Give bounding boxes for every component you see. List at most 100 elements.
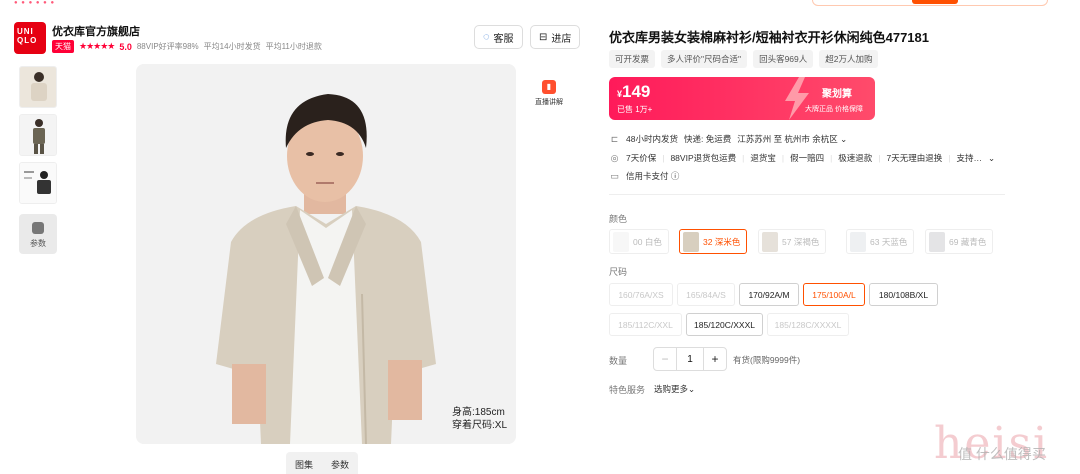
store-icon: ⊟: [539, 31, 548, 43]
size-option-disabled[interactable]: 160/76A/XS: [609, 283, 673, 306]
ship-fee: 快递: 免运费: [683, 134, 732, 144]
color-option-label: 63 天蓝色: [870, 236, 908, 247]
size-option[interactable]: 185/120C/XXXL: [686, 313, 763, 336]
product-tag[interactable]: 超2万人加购: [819, 50, 879, 68]
product-tag[interactable]: 多人评价"尺码合适": [661, 50, 748, 68]
size-option-disabled[interactable]: 185/128C/XXXXL: [767, 313, 849, 336]
top-search-button[interactable]: [912, 0, 958, 4]
chevron-down-icon[interactable]: ⌄: [988, 153, 995, 164]
size-option[interactable]: 180/108B/XL: [869, 283, 938, 306]
rating-stars: ★★★★★: [79, 41, 115, 51]
gallery-tabs: 图集 参数: [286, 452, 358, 474]
credit-card-icon: ▭: [610, 170, 619, 181]
color-option[interactable]: 63 天蓝色: [846, 229, 915, 254]
tab-album[interactable]: 图集: [295, 458, 313, 471]
price-banner: ¥149 已售 1万+ 聚划算 大牌正品 价格保障: [609, 77, 875, 120]
color-option-label: 69 藏青色: [949, 236, 987, 247]
payment-text[interactable]: 信用卡支付 ⓘ: [626, 170, 679, 182]
color-option-label: 57 深褐色: [782, 236, 820, 247]
size-option[interactable]: 170/92A/M: [739, 283, 799, 306]
color-option-label: 00 白色: [633, 236, 662, 247]
shield-icon: ◎: [610, 152, 619, 163]
param-thumb[interactable]: 参数: [19, 214, 57, 254]
store-stat: 88VIP好评率98%: [136, 42, 199, 51]
color-swatch: [850, 231, 866, 252]
guarantee-item: 88VIP退货包运费: [670, 153, 737, 163]
live-icon: ▮: [542, 80, 556, 94]
shipping-row: ⊏ 48小时内发货 快递: 免运费 江苏苏州 至 杭州市 余杭区 ⌄: [609, 133, 848, 145]
promo-title: 聚划算: [822, 89, 852, 100]
color-option-selected[interactable]: 32 深米色: [679, 229, 748, 254]
stock-status: 有货(限购9999件): [733, 355, 801, 365]
store-stat: 平均11小时退款: [265, 42, 322, 51]
special-service-label: 特色服务: [609, 385, 646, 395]
chat-icon: ◌: [483, 31, 490, 43]
color-swatch: [762, 231, 778, 252]
store-stat: 平均14小时发货: [203, 42, 261, 51]
watermark-caption: 值 什么值得买: [958, 446, 1046, 462]
color-swatch: [683, 231, 699, 252]
size-label: 尺码: [609, 267, 628, 277]
rating-score: 5.0: [119, 41, 132, 52]
size-option-disabled[interactable]: 185/112C/XXL: [609, 313, 682, 336]
top-bar: ● ● ● ● ● ●: [0, 0, 1080, 8]
sold-count: 已售 1万+: [617, 105, 653, 114]
quantity-minus-button[interactable]: −: [653, 347, 677, 371]
guarantee-item: 假一赔四: [790, 153, 825, 163]
tmall-badge: 天猫: [52, 40, 74, 53]
payment-row: ▭ 信用卡支付 ⓘ: [609, 170, 679, 182]
color-label: 颜色: [609, 214, 628, 224]
thumb-model-image: [20, 67, 56, 107]
ship-route[interactable]: 江苏苏州 至 杭州市 余杭区 ⌄: [737, 133, 847, 145]
quantity-input[interactable]: 1: [677, 347, 703, 371]
product-title: 优衣库男装女装棉麻衬衫/短袖衬衣开衫休闲纯色477181: [609, 30, 929, 45]
thumb-model-image: [20, 115, 56, 155]
color-swatch: [613, 231, 629, 252]
size-option-selected[interactable]: 175/100A/L: [803, 283, 865, 306]
top-dots-decoration: ● ● ● ● ● ●: [14, 0, 56, 6]
gallery-thumb-1[interactable]: [19, 66, 57, 108]
ship-time: 48小时内发货: [626, 134, 678, 144]
color-option[interactable]: 00 白色: [609, 229, 669, 254]
quantity-plus-button[interactable]: +: [703, 347, 727, 371]
guarantee-item: 支持…: [956, 153, 982, 163]
divider: [609, 194, 1005, 195]
main-product-image[interactable]: [136, 64, 516, 444]
quantity-label: 数量: [609, 356, 628, 366]
enter-store-label: 进店: [551, 33, 572, 45]
store-meta: 天猫 ★★★★★ 5.0 88VIP好评率98% 平均14小时发货 平均11小时…: [52, 40, 322, 53]
model-size-caption: 身高:185cm 穿着尺码:XL: [452, 406, 507, 432]
thumb-model-image: [20, 163, 56, 203]
live-label: 直播讲解: [535, 99, 563, 106]
guarantee-item: 7天价保: [626, 153, 657, 163]
guarantee-item: 极速退款: [838, 153, 873, 163]
model-photo: [136, 64, 516, 444]
guarantee-item: 退货宝: [750, 153, 776, 163]
quantity-stepper: − 1 +: [653, 347, 727, 371]
color-swatch: [929, 231, 945, 252]
price: ¥149: [617, 82, 651, 101]
truck-icon: ⊏: [610, 133, 619, 144]
guarantee-item: 7天无理由退换: [886, 153, 943, 163]
param-icon: [32, 222, 44, 234]
product-tag[interactable]: 可开发票: [609, 50, 656, 68]
product-tag[interactable]: 回头客969人: [753, 50, 814, 68]
enter-store-button[interactable]: ⊟ 进店: [530, 25, 581, 49]
live-explain-button[interactable]: ▮ 直播讲解: [533, 80, 565, 107]
guarantee-row[interactable]: ◎ 7天价保 | 88VIP退货包运费 | 退货宝 | 假一赔四 | 极速退款 | 7天无…: [609, 152, 996, 164]
customer-service-button[interactable]: ◌ 客服: [474, 25, 523, 49]
tab-params[interactable]: 参数: [331, 458, 349, 471]
gallery-thumb-3[interactable]: [19, 162, 57, 204]
model-height: 身高:185cm: [452, 407, 505, 418]
promo-subtitle: 大牌正品 价格保障: [805, 106, 863, 113]
special-service-select[interactable]: 选购更多⌄: [654, 383, 695, 395]
store-name[interactable]: 优衣库官方旗舰店: [52, 23, 140, 39]
color-option[interactable]: 69 藏青色: [925, 229, 994, 254]
gallery-thumb-2[interactable]: [19, 114, 57, 156]
model-size: 穿着尺码:XL: [452, 420, 508, 431]
color-option-label: 32 深米色: [703, 236, 741, 247]
store-logo[interactable]: UNI QLO: [14, 22, 46, 54]
color-option[interactable]: 57 深褐色: [758, 229, 827, 254]
param-thumb-label: 参数: [30, 239, 46, 248]
size-option-disabled[interactable]: 165/84A/S: [677, 283, 735, 306]
